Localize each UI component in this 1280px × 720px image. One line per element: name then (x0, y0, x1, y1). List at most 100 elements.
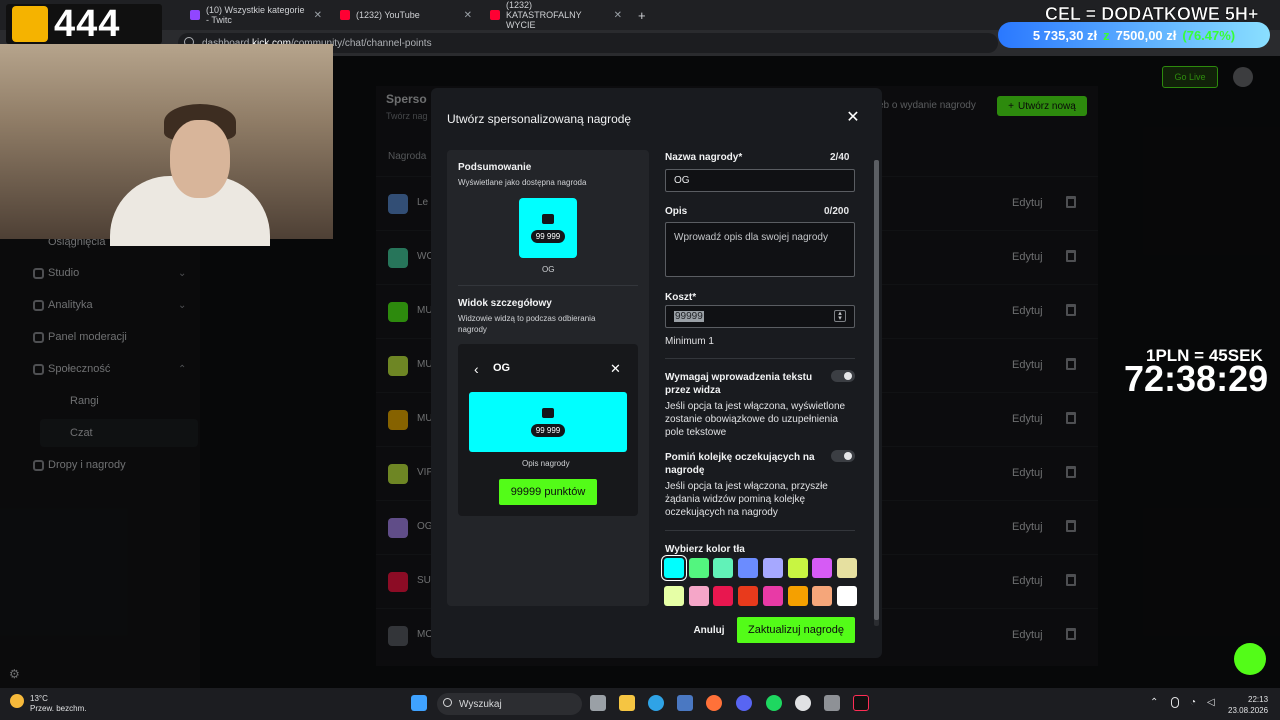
color-swatch[interactable] (812, 558, 833, 578)
task-view-icon[interactable] (590, 695, 606, 711)
edge-icon[interactable] (648, 695, 664, 711)
steam-icon[interactable] (795, 695, 811, 711)
skip-queue-description: Jeśli opcja ta jest włączona, przyszłe ż… (665, 481, 828, 518)
summary-reward-name: OG (542, 265, 555, 274)
subathon-timer: 72:38:29 (1124, 358, 1269, 399)
system-clock[interactable]: 22:13 23.08.2026 (1228, 694, 1268, 716)
network-icon[interactable]: ◔ (1190, 697, 1196, 708)
divider (665, 358, 855, 359)
cost-input[interactable]: 99999 (665, 305, 855, 328)
taskbar-search-placeholder: Wyszukaj (459, 698, 502, 710)
goal-separator: z (1103, 27, 1110, 43)
weather-widget[interactable]: 13°C Przew. bezchm. (10, 694, 86, 714)
color-swatch[interactable] (738, 558, 759, 578)
weather-icon (10, 694, 24, 708)
logo-icon (12, 6, 48, 42)
reward-name-value: OG (674, 175, 690, 186)
color-swatch[interactable] (664, 586, 684, 606)
color-swatch[interactable] (664, 558, 684, 578)
windows-start-icon[interactable] (411, 695, 427, 711)
browser-tab-twitch[interactable]: (10) Wszystkie kategorie - Twitc ✕ (182, 4, 330, 26)
require-text-toggle[interactable] (831, 370, 855, 382)
detail-reward-name: OG (493, 362, 511, 374)
description-textarea[interactable]: Wprowadź opis dla swojej nagrody (665, 222, 855, 277)
skip-queue-label: Pomiń kolejkę oczekujących na nagrodę (665, 452, 815, 476)
cancel-button[interactable]: Anuluj (688, 620, 730, 640)
channel-logo: 444 (6, 2, 162, 45)
modal-title: Utwórz spersonalizowaną nagrodę (447, 112, 632, 126)
settings-icon[interactable] (824, 695, 840, 711)
cost-minimum-hint: Minimum 1 (665, 336, 714, 347)
modal-scrollbar[interactable] (874, 160, 879, 620)
cost-label: Koszt* (665, 292, 697, 303)
number-stepper[interactable]: ▴ ▾ (834, 310, 846, 322)
support-chat-icon[interactable] (1234, 643, 1266, 675)
detail-title: Widok szczegółowy (458, 298, 552, 309)
detail-subtitle: Widzowie widzą to podczas odbierania nag… (458, 314, 596, 334)
close-icon[interactable]: ✕ (845, 110, 861, 126)
reward-cost-pill: 99 999 (530, 423, 566, 437)
store-icon[interactable] (677, 695, 693, 711)
goal-percentage: (76.47%) (1182, 27, 1236, 43)
spotify-icon[interactable] (766, 695, 782, 711)
cost-value: 99999 (674, 311, 704, 322)
color-swatch[interactable] (787, 558, 808, 578)
description-char-count: 0/200 (824, 206, 850, 217)
reward-icon (542, 213, 554, 224)
browser-tab-youtube[interactable]: (1232) YouTube ✕ (332, 4, 480, 26)
search-icon (443, 698, 452, 707)
color-swatch[interactable] (787, 586, 808, 606)
discord-icon[interactable] (736, 695, 752, 711)
firefox-icon[interactable] (706, 695, 722, 711)
redeem-points-button: 99999 punktów (499, 479, 597, 505)
color-swatch[interactable] (812, 586, 833, 606)
goal-progress-bar: 5 735,30 zł z 7500,00 zł (76.47%) (998, 22, 1270, 48)
clock-time: 22:13 (1248, 695, 1269, 704)
description-label: Opis (665, 206, 688, 217)
goal-target: 7500,00 zł (1115, 27, 1177, 43)
color-swatch[interactable] (688, 558, 709, 578)
chevron-up-icon[interactable]: ⌃ (1150, 697, 1158, 708)
volume-icon[interactable]: ◁ (1207, 697, 1215, 708)
tab-label: (10) Wszystkie kategorie - Twitc (206, 5, 305, 25)
youtube-icon (340, 10, 350, 20)
skip-queue-toggle[interactable] (831, 450, 855, 462)
file-explorer-icon[interactable] (619, 695, 635, 711)
logo-text: 444 (54, 2, 121, 45)
youtube-icon (490, 10, 500, 20)
divider (458, 285, 638, 286)
summary-reward-card: 99 999 (519, 198, 577, 258)
close-icon: ✕ (610, 361, 621, 376)
color-swatch[interactable] (836, 558, 857, 578)
summary-subtitle: Wyświetlane jako dostępna nagroda (458, 178, 587, 187)
color-swatch[interactable] (836, 586, 857, 606)
color-swatch[interactable] (738, 586, 759, 606)
weather-temp: 13°C (30, 694, 48, 703)
require-text-label: Wymagaj wprowadzenia tekstu przez widza (665, 372, 813, 396)
description-placeholder: Wprowadź opis dla swojej nagrody (674, 232, 828, 243)
reward-icon (542, 407, 554, 418)
microphone-icon[interactable] (1171, 697, 1179, 708)
twitch-icon (190, 10, 200, 20)
browser-tab-youtube-2[interactable]: (1232) KATASTROFALNY WYCIE ✕ (482, 0, 630, 30)
taskbar-search[interactable]: Wyszukaj (437, 693, 582, 715)
weather-desc: Przew. bezchm. (30, 704, 87, 713)
color-swatch[interactable] (762, 558, 783, 578)
chevron-left-icon: ‹ (474, 361, 479, 377)
new-tab-button[interactable]: + (638, 8, 646, 23)
name-char-count: 2/40 (830, 152, 850, 163)
tiktok-icon[interactable] (853, 695, 869, 711)
close-tab-icon[interactable]: ✕ (464, 10, 472, 21)
reward-cost-pill: 99 999 (530, 229, 566, 243)
color-swatch[interactable] (762, 586, 783, 606)
color-swatch[interactable] (713, 558, 734, 578)
divider (665, 530, 855, 531)
color-swatch[interactable] (688, 586, 709, 606)
color-swatch[interactable] (713, 586, 734, 606)
color-picker-label: Wybierz kolor tła (665, 544, 745, 555)
close-tab-icon[interactable]: ✕ (314, 10, 322, 21)
detail-reward-card: 99 999 (469, 392, 627, 452)
update-reward-button[interactable]: Zaktualizuj nagrodę (737, 617, 855, 643)
reward-name-input[interactable]: OG (665, 169, 855, 192)
close-tab-icon[interactable]: ✕ (614, 10, 622, 21)
